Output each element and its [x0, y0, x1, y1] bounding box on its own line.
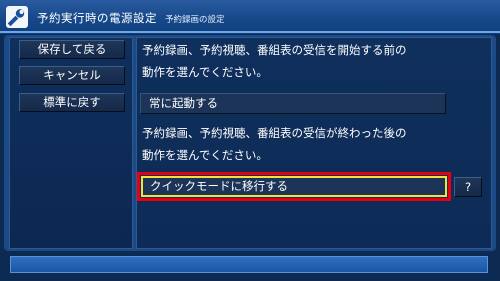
after-description-line2: 動作を選んでください。: [142, 148, 268, 162]
after-action-select[interactable]: クイックモードに移行する: [141, 176, 447, 197]
page-title: 予約実行時の電源設定: [37, 11, 157, 25]
before-description-line1: 予約録画、予約視聴、番組表の受信を開始する前の: [142, 43, 407, 57]
wrench-icon: [6, 6, 28, 28]
before-action-select[interactable]: 常に起動する: [140, 93, 446, 114]
cancel-button[interactable]: キャンセル: [19, 66, 125, 85]
help-button[interactable]: ?: [454, 177, 482, 197]
page-subtitle: 予約録画の設定: [165, 15, 225, 25]
status-bar: [10, 256, 488, 273]
reset-to-default-button[interactable]: 標準に戻す: [19, 93, 125, 112]
title-bar-divider: [0, 31, 500, 33]
after-description-line1: 予約録画、予約視聴、番組表の受信が終わった後の: [142, 126, 407, 140]
save-and-back-button[interactable]: 保存して戻る: [19, 40, 125, 59]
before-description-line2: 動作を選んでください。: [142, 65, 268, 79]
